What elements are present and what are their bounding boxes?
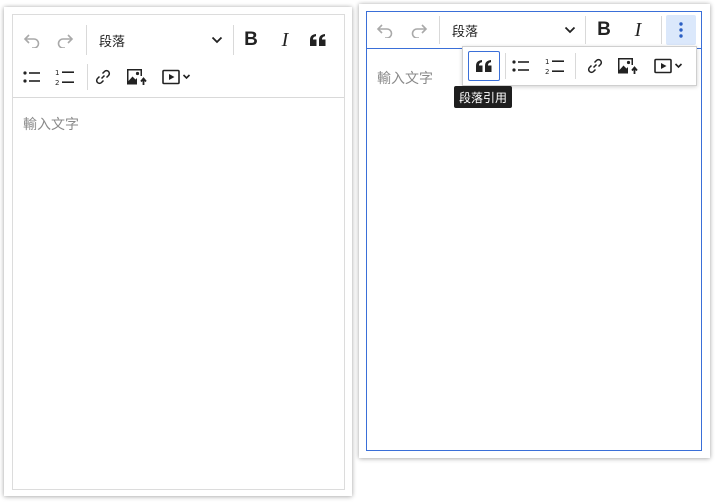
insert-image-button[interactable] — [121, 62, 153, 92]
chevron-down-icon — [211, 36, 223, 44]
chevron-down-icon — [564, 26, 576, 34]
numbered-list-button[interactable]: 12 — [539, 51, 571, 81]
svg-text:2: 2 — [545, 68, 549, 75]
toolbar-separator — [233, 25, 234, 55]
right-editor-card: 段落 B I 輸入文字 12 段落引用 — [359, 4, 710, 458]
overflow-toolbar-popover: 12 — [462, 46, 697, 86]
left-editor-card: 段落 B I 12 輸入文字 — [4, 7, 352, 496]
tooltip-text: 段落引用 — [458, 90, 507, 105]
bulleted-list-icon — [23, 71, 40, 83]
quote-icon — [310, 34, 326, 46]
undo-button[interactable] — [16, 25, 48, 55]
link-icon — [95, 69, 111, 85]
undo-button[interactable] — [369, 15, 401, 45]
bulleted-list-button[interactable] — [505, 51, 537, 81]
quote-icon — [476, 60, 492, 72]
media-embed-icon — [162, 69, 191, 85]
numbered-list-icon: 12 — [545, 58, 564, 75]
bold-icon: B — [597, 19, 611, 40]
numbered-list-icon: 12 — [55, 69, 74, 86]
svg-text:1: 1 — [55, 69, 59, 77]
toolbar-separator — [86, 25, 87, 55]
block-quote-button[interactable] — [302, 25, 334, 55]
editor-placeholder[interactable]: 輸入文字 — [23, 114, 79, 134]
italic-icon: I — [281, 28, 289, 51]
link-button[interactable] — [87, 62, 119, 92]
bold-button[interactable]: B — [588, 15, 620, 45]
media-embed-icon — [654, 58, 683, 74]
italic-icon: I — [634, 18, 642, 41]
left-editor-frame: 段落 B I 12 輸入文字 — [12, 14, 345, 490]
bold-button[interactable]: B — [235, 25, 267, 55]
insert-image-button[interactable] — [612, 51, 644, 81]
link-button[interactable] — [579, 51, 611, 81]
block-format-label: 段落 — [99, 34, 126, 50]
media-embed-button[interactable] — [156, 62, 198, 92]
image-upload-icon — [127, 69, 147, 85]
numbered-list-button[interactable]: 12 — [49, 62, 81, 92]
block-format-dropdown[interactable]: 段落 — [99, 30, 223, 50]
undo-icon — [23, 34, 40, 48]
toolbar-separator — [661, 16, 662, 44]
block-quote-button[interactable] — [468, 51, 500, 81]
redo-icon — [57, 34, 74, 48]
block-format-dropdown[interactable]: 段落 — [452, 20, 576, 40]
bold-icon: B — [244, 29, 258, 50]
tooltip: 段落引用 — [454, 86, 512, 108]
block-format-label: 段落 — [452, 24, 479, 40]
italic-button[interactable]: I — [269, 25, 301, 55]
undo-icon — [376, 24, 393, 38]
more-items-button[interactable] — [666, 15, 696, 45]
media-embed-button[interactable] — [648, 51, 690, 81]
toolbar-separator — [575, 53, 576, 79]
image-upload-icon — [618, 58, 638, 74]
link-icon — [587, 58, 603, 74]
redo-button[interactable] — [49, 25, 81, 55]
redo-icon — [411, 24, 428, 38]
bulleted-list-button[interactable] — [16, 62, 48, 92]
svg-text:2: 2 — [55, 79, 59, 86]
svg-text:1: 1 — [545, 58, 549, 66]
toolbar-bottom-border — [13, 97, 344, 98]
toolbar-separator — [439, 16, 440, 44]
vertical-dots-icon — [679, 22, 683, 38]
bulleted-list-icon — [512, 60, 529, 72]
redo-button[interactable] — [403, 15, 435, 45]
italic-button[interactable]: I — [622, 15, 654, 45]
editor-placeholder[interactable]: 輸入文字 — [377, 68, 433, 88]
toolbar-separator — [585, 16, 586, 44]
